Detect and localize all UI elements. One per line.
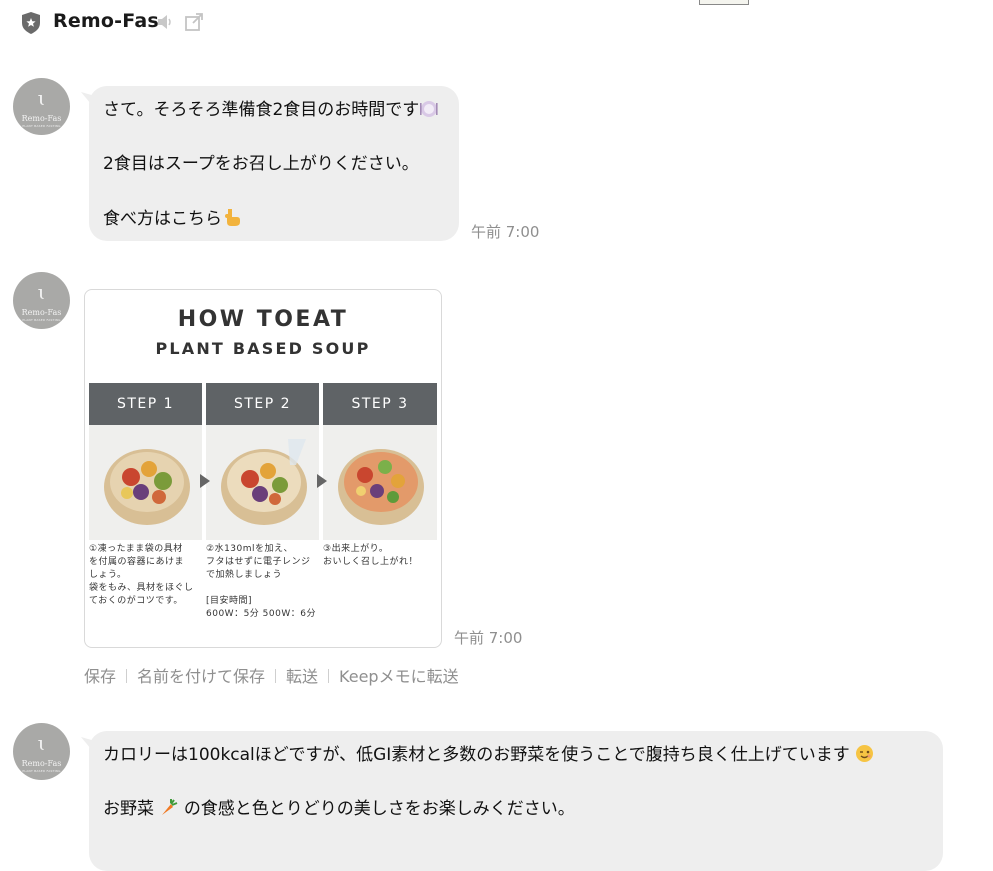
message-bubble[interactable]: カロリーは100kcalほどですが、低GI素材と多数のお野菜を使うことで腹持ち良… (81, 731, 943, 871)
message-time: 午前 7:00 (471, 223, 540, 241)
message-bubble[interactable]: さて。そろそろ準備食2食目のお時間です 2食目はスープをお召し上がりください。 … (81, 86, 459, 241)
avatar[interactable]: ɩ Remo-Fas PLANT BASED FASTING (13, 78, 70, 135)
step-1-photo (89, 425, 202, 540)
shield-star-icon (22, 12, 40, 34)
avatar-sub: PLANT BASED FASTING (22, 318, 61, 322)
image-title: HOW TOEAT (177, 307, 349, 332)
message-line: 食べ方はこちら (103, 207, 242, 230)
avatar-mark: ɩ (37, 731, 46, 755)
avatar-name: Remo-Fas (21, 759, 62, 768)
image-message[interactable]: HOW TOEAT PLANT BASED SOUP STEP 1 STEP 2… (84, 289, 442, 648)
divider (275, 669, 277, 683)
step-arrow (317, 474, 327, 488)
step-1-text: ①凍ったまま袋の具材 を付属の容器にあけま しょう。 袋をもみ、具材をほぐし て… (89, 544, 194, 606)
step-2-header: STEP 2 (206, 383, 319, 425)
message-line: 2食目はスープをお召し上がりください。 (103, 154, 419, 174)
step-3-photo (323, 425, 437, 540)
save-action[interactable]: 保存 (84, 663, 116, 687)
top-edge-widget (699, 0, 749, 5)
avatar-name: Remo-Fas (21, 114, 62, 123)
avatar-mark: ɩ (37, 86, 46, 110)
carrot-emoji (162, 799, 178, 815)
keep-memo-action[interactable]: Keepメモに転送 (339, 663, 459, 687)
step-3-header: STEP 3 (323, 383, 437, 425)
step-2-photo (206, 425, 319, 540)
chat-header: Remo-Fas (0, 0, 993, 46)
avatar[interactable]: ɩ Remo-Fas PLANT BASED FASTING (13, 272, 70, 329)
divider (328, 669, 330, 683)
divider (126, 669, 128, 683)
avatar-sub: PLANT BASED FASTING (22, 769, 61, 773)
image-actions: 保存 名前を付けて保存 転送 Keepメモに転送 (84, 663, 459, 687)
popout-icon[interactable] (184, 12, 204, 32)
bubble-tail (81, 737, 95, 749)
message-line: さて。そろそろ準備食2食目のお時間です (103, 99, 438, 121)
pointing-down-emoji (225, 209, 240, 226)
speaker-icon[interactable] (156, 13, 174, 31)
step-1-header: STEP 1 (89, 383, 202, 425)
message-time: 午前 7:00 (454, 629, 523, 647)
avatar-sub: PLANT BASED FASTING (22, 124, 61, 128)
message-line: お野菜 の食感と色とりどりの美しさをお楽しみください。 (103, 799, 575, 819)
save-as-action[interactable]: 名前を付けて保存 (137, 663, 265, 687)
forward-action[interactable]: 転送 (286, 663, 318, 687)
avatar-name: Remo-Fas (21, 308, 62, 317)
wink-emoji (856, 745, 874, 762)
step-3-text: ③出来上がり。 おいしく召し上がれ！ (323, 544, 419, 567)
step-2-text: ②水130mlを加え、 フタはせずに電子レンジ で加熱しましょう [目安時間] … (206, 544, 316, 619)
step-arrow (200, 474, 210, 488)
message-line: カロリーは100kcalほどですが、低GI素材と多数のお野菜を使うことで腹持ち良… (103, 744, 874, 766)
avatar-mark: ɩ (37, 280, 46, 304)
avatar[interactable]: ɩ Remo-Fas PLANT BASED FASTING (13, 723, 70, 780)
image-subtitle: PLANT BASED SOUP (155, 339, 371, 358)
chat-title[interactable]: Remo-Fas (53, 10, 159, 32)
bubble-tail (81, 92, 95, 104)
plate-emoji (420, 101, 438, 117)
